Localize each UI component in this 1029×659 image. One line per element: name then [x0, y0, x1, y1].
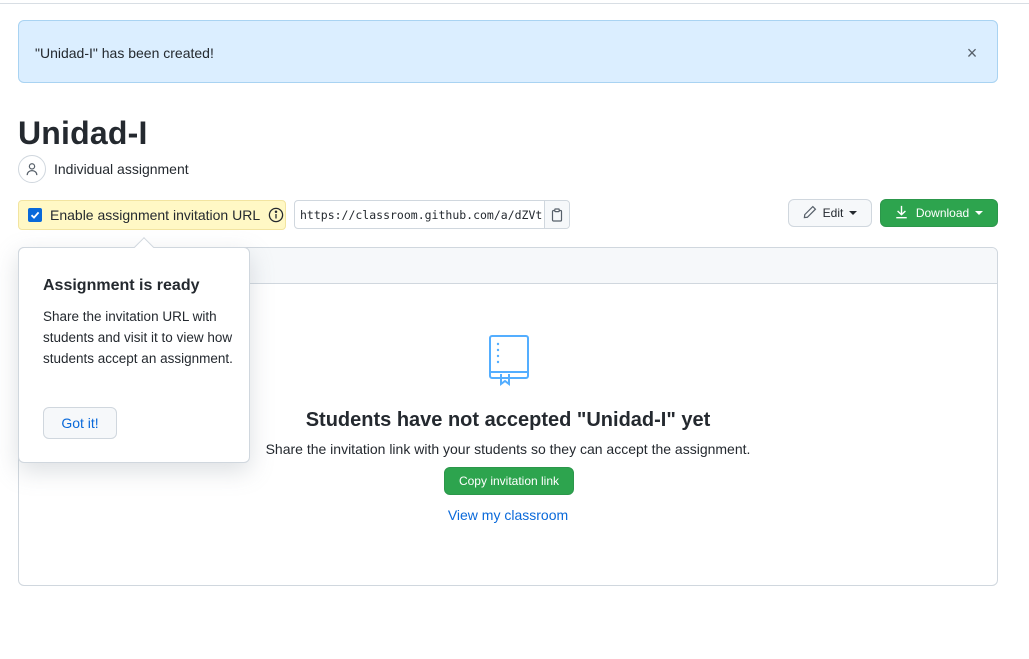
person-icon	[18, 155, 46, 183]
edit-button[interactable]: Edit	[788, 199, 872, 227]
invitation-url-input[interactable]	[295, 201, 545, 228]
popover-body: Share the invitation URL with students a…	[43, 309, 233, 366]
book-icon	[487, 334, 531, 391]
download-button[interactable]: Download	[880, 199, 998, 227]
enable-invitation-label: Enable assignment invitation URL	[50, 207, 261, 223]
copy-invitation-link-button[interactable]: Copy invitation link	[444, 467, 574, 495]
top-divider	[0, 3, 1029, 4]
edit-label: Edit	[822, 206, 844, 220]
info-icon[interactable]	[268, 207, 284, 223]
flash-banner: "Unidad-I" has been created! ×	[18, 20, 998, 83]
assignment-type: Individual assignment	[18, 155, 189, 183]
popover-title: Assignment is ready	[43, 277, 200, 294]
enable-invitation-toggle[interactable]: Enable assignment invitation URL	[18, 200, 286, 230]
download-label: Download	[915, 206, 970, 220]
view-classroom-link[interactable]: View my classroom	[19, 507, 997, 523]
clipboard-icon[interactable]	[544, 201, 569, 228]
page-title: Unidad-I	[18, 115, 148, 151]
close-icon[interactable]: ×	[963, 44, 981, 62]
invitation-url-group	[294, 200, 570, 229]
chevron-down-icon	[975, 211, 984, 215]
flash-message: "Unidad-I" has been created!	[35, 45, 214, 61]
popover-arrow	[134, 237, 154, 257]
assignment-ready-popover: Assignment is ready Share the invitation…	[18, 237, 250, 463]
chevron-down-icon	[849, 211, 858, 215]
pencil-icon	[803, 205, 817, 222]
download-icon	[895, 205, 908, 222]
enable-invitation-checkbox[interactable]	[28, 208, 42, 222]
got-it-button[interactable]: Got it!	[43, 407, 117, 439]
assignment-type-label: Individual assignment	[54, 161, 189, 177]
